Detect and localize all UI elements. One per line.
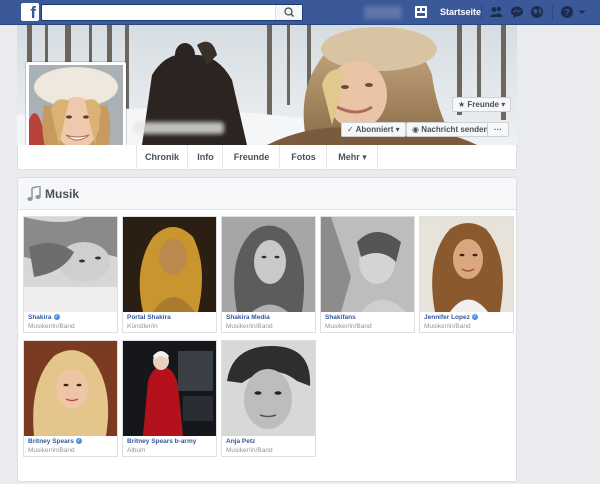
music-item-name[interactable]: Shakira ✓ (28, 314, 60, 321)
music-item-britney-spears[interactable]: Britney Spears ✓ Musiker/in/Band (23, 340, 118, 457)
messenger-icon: ◉ (412, 125, 422, 134)
send-message-label: Nachricht senden (421, 125, 489, 134)
subscribed-button[interactable]: ✓ Abonniert ▾ (341, 122, 406, 137)
top-navigation-bar: f Startseite ? (0, 0, 600, 25)
britney-spears-photo (24, 341, 117, 436)
search-input[interactable] (46, 5, 276, 20)
checkmark-icon: ✓ (347, 125, 356, 134)
tab-fotos[interactable]: Fotos (281, 145, 327, 170)
music-note-icon (27, 186, 41, 201)
music-item-name[interactable]: Anja Petz (226, 438, 255, 445)
verified-badge-icon: ✓ (75, 438, 82, 445)
chevron-down-icon: ▾ (498, 100, 506, 109)
profile-tabs: Chronik Info Freunde Fotos Mehr ▾ (17, 145, 517, 170)
facebook-logo[interactable]: f (21, 3, 39, 21)
svg-text:?: ? (564, 8, 570, 18)
music-item-shakira[interactable]: Shakira ✓ Musiker/in/Band (23, 216, 118, 333)
divider (481, 5, 482, 20)
tab-freunde[interactable]: Freunde (224, 145, 280, 170)
music-item-portal-shakira[interactable]: Portal Shakira Künstler/in (122, 216, 217, 333)
subscribed-button-label: Abonniert (355, 125, 394, 134)
music-item-shakira-media[interactable]: Shakira Media Musiker/in/Band (221, 216, 316, 333)
music-item-name-text: Shakira (28, 314, 52, 321)
music-item-britney-spears-b-army[interactable]: Britney Spears b-army Album (122, 340, 217, 457)
portal-shakira-photo (123, 217, 216, 312)
send-message-button[interactable]: ◉ Nachricht senden (406, 122, 495, 137)
tab-info[interactable]: Info (189, 145, 223, 170)
search-icon (284, 7, 295, 18)
chevron-down-icon: ▾ (393, 125, 400, 134)
verified-badge-icon: ✓ (53, 314, 60, 321)
music-item-name[interactable]: Shakira Media (226, 314, 270, 321)
tab-mehr-label: Mehr (338, 152, 360, 162)
music-item-category: Musiker/in/Band (28, 447, 75, 454)
britney-spears-b-army-photo (123, 341, 216, 436)
more-options-button[interactable]: ··· (487, 122, 509, 137)
music-item-name[interactable]: Jennifer Lopez ✓ (424, 314, 478, 321)
blurred-username[interactable] (364, 6, 402, 19)
music-section-title[interactable]: Musik (45, 187, 79, 201)
search-button[interactable] (275, 5, 302, 20)
music-item-category: Musiker/in/Band (28, 323, 75, 330)
music-section-header: Musik (18, 178, 516, 210)
music-item-category: Musiker/in/Band (226, 323, 273, 330)
home-link[interactable]: Startseite (440, 7, 481, 17)
shakira-photo (24, 217, 117, 312)
music-item-category: Musiker/in/Band (424, 323, 471, 330)
friends-button-label: Freunde (467, 100, 499, 109)
search-box[interactable] (41, 4, 303, 21)
friends-button[interactable]: ★ Freunde ▾ (452, 97, 512, 112)
music-item-name-text: Britney Spears (28, 438, 74, 445)
messages-icon[interactable] (510, 5, 524, 19)
music-item-name[interactable]: Britney Spears ✓ (28, 438, 82, 445)
music-item-name[interactable]: Portal Shakira (127, 314, 171, 321)
music-item-shakifans[interactable]: Shakifans Musiker/in/Band (320, 216, 415, 333)
star-icon: ★ (458, 100, 468, 109)
tab-mehr[interactable]: Mehr ▾ (328, 145, 378, 170)
music-item-category: Musiker/in/Band (226, 447, 273, 454)
shakira-media-photo (222, 217, 315, 312)
help-icon[interactable]: ? (560, 5, 574, 19)
divider (552, 5, 553, 20)
tab-chronik[interactable]: Chronik (136, 145, 188, 170)
blurred-profile-name (134, 122, 224, 134)
jennifer-lopez-photo (420, 217, 513, 312)
chevron-down-icon[interactable] (577, 5, 587, 19)
profile-avatar-icon[interactable] (414, 5, 428, 19)
music-item-anja-petz[interactable]: Anja Petz Musiker/in/Band (221, 340, 316, 457)
friend-requests-icon[interactable] (489, 5, 503, 19)
anja-petz-photo (222, 341, 315, 436)
profile-header: ★ Freunde ▾ ✓ Abonniert ▾ ◉ Nachricht se… (17, 25, 517, 170)
notifications-globe-icon[interactable] (530, 5, 544, 19)
music-item-jennifer-lopez[interactable]: Jennifer Lopez ✓ Musiker/in/Band (419, 216, 514, 333)
music-item-name[interactable]: Britney Spears b-army (127, 438, 196, 445)
shakifans-photo (321, 217, 414, 312)
music-item-name-text: Jennifer Lopez (424, 314, 470, 321)
music-item-category: Musiker/in/Band (325, 323, 372, 330)
music-item-category: Künstler/in (127, 323, 158, 330)
verified-badge-icon: ✓ (471, 314, 478, 321)
chevron-down-icon: ▾ (359, 152, 367, 162)
music-item-name[interactable]: Shakifans (325, 314, 356, 321)
music-section: Musik Shakira ✓ Musiker/in/Band Portal Sh… (17, 177, 517, 482)
music-item-category: Album (127, 447, 146, 454)
